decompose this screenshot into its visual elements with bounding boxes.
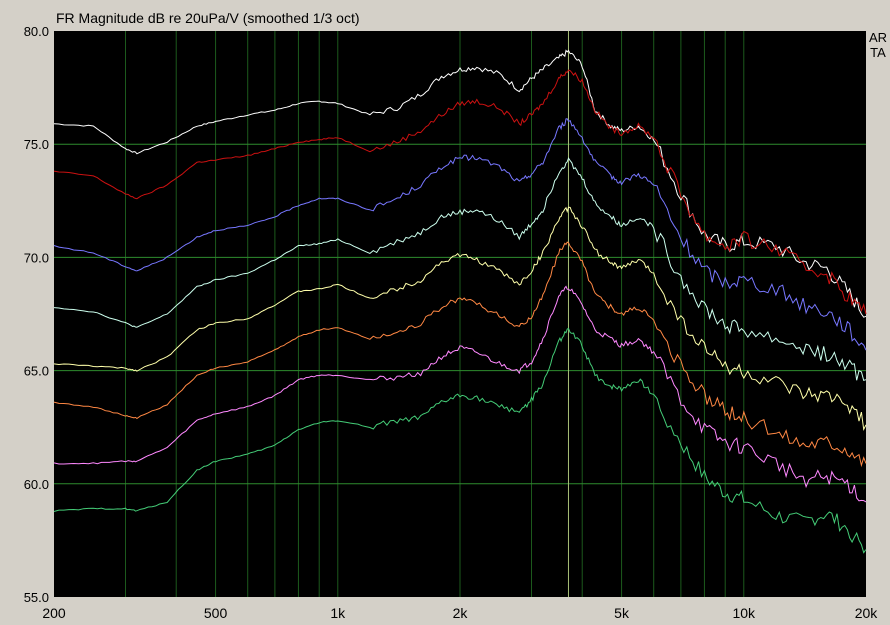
x-tick-label: 1k	[330, 605, 346, 621]
y-tick-label: 75.0	[24, 137, 49, 152]
x-axis-ticks: 200 500 1k 2k 5k 10k 20k	[42, 605, 878, 621]
x-tick-label: 500	[204, 605, 228, 621]
y-tick-label: 70.0	[24, 250, 49, 265]
x-tick-label: 20k	[855, 605, 879, 621]
x-tick-label: 10k	[732, 605, 756, 621]
frequency-response-chart: 200 500 1k 2k 5k 10k 20k 80.0 75.0 70.0 65.0 60.0 5…	[24, 24, 879, 621]
y-tick-label: 65.0	[24, 364, 49, 379]
y-axis-ticks: 80.0 75.0 70.0 65.0 60.0 55.0	[24, 24, 49, 605]
y-tick-label: 80.0	[24, 24, 49, 39]
grid-lines	[54, 31, 866, 597]
x-tick-label: 200	[42, 605, 66, 621]
x-tick-label: 5k	[614, 605, 630, 621]
y-tick-label: 60.0	[24, 477, 49, 492]
y-tick-label: 55.0	[24, 590, 49, 605]
x-tick-label: 2k	[453, 605, 469, 621]
